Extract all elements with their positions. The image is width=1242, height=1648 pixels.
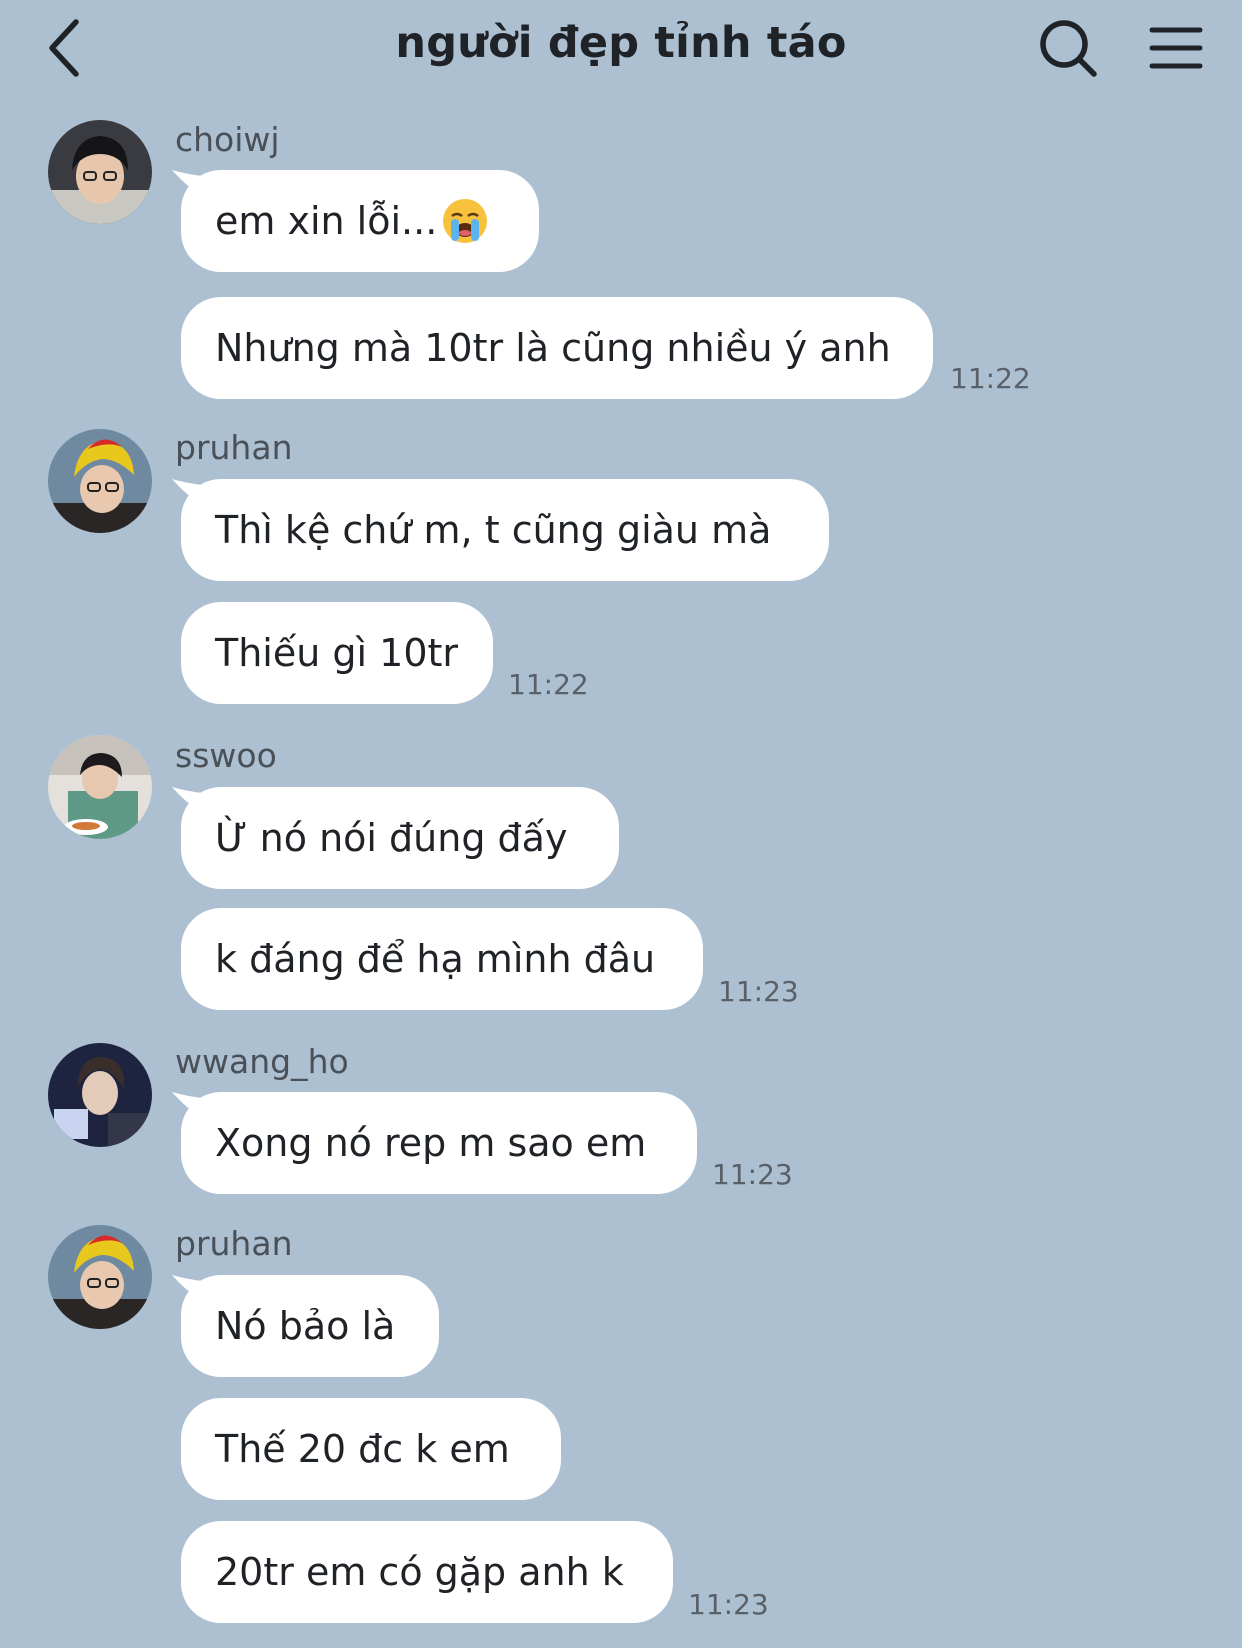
message-timestamp: 11:23 <box>718 975 799 1008</box>
hamburger-menu-icon <box>1149 27 1203 69</box>
message-text: Ừ nó nói đúng đấy <box>215 816 568 860</box>
message-text: 20tr em có gặp anh k <box>215 1550 624 1594</box>
sender-name: sswoo <box>175 736 277 775</box>
avatar-wwang_ho[interactable] <box>48 1043 152 1147</box>
message-text: em xin lỗi... <box>215 199 438 243</box>
menu-button[interactable] <box>1146 20 1206 76</box>
search-icon <box>1040 20 1097 77</box>
sender-name: pruhan <box>175 428 293 467</box>
message-bubble[interactable]: Ừ nó nói đúng đấy <box>181 787 619 889</box>
avatar-pruhan[interactable] <box>48 429 152 533</box>
message-timestamp: 11:22 <box>508 668 589 701</box>
chat-screen: người đẹp tỉnh táo choiwj em xin lỗi... … <box>0 0 1242 1648</box>
message-text: Thì kệ chứ m, t cũng giàu mà <box>215 508 772 552</box>
chat-header: người đẹp tỉnh táo <box>0 0 1242 96</box>
sender-name: wwang_ho <box>175 1042 349 1081</box>
message-bubble[interactable]: k đáng để hạ mình đâu <box>181 908 703 1010</box>
message-timestamp: 11:23 <box>712 1158 793 1191</box>
message-bubble[interactable]: Thiếu gì 10tr <box>181 602 493 704</box>
message-text: Nó bảo là <box>215 1304 396 1348</box>
sender-name: choiwj <box>175 120 280 159</box>
message-bubble[interactable]: Thế 20 đc k em <box>181 1398 561 1500</box>
avatar-choiwj[interactable] <box>48 120 152 224</box>
message-text: k đáng để hạ mình đâu <box>215 937 656 981</box>
message-text: Thế 20 đc k em <box>215 1427 510 1471</box>
message-bubble[interactable]: Xong nó rep m sao em <box>181 1092 697 1194</box>
message-text: Xong nó rep m sao em <box>215 1121 647 1165</box>
message-bubble[interactable]: Thì kệ chứ m, t cũng giàu mà <box>181 479 829 581</box>
message-bubble[interactable]: Nó bảo là <box>181 1275 439 1377</box>
message-text: Thiếu gì 10tr <box>215 631 459 675</box>
message-timestamp: 11:22 <box>950 362 1031 395</box>
message-bubble[interactable]: 20tr em có gặp anh k <box>181 1521 673 1623</box>
loudly-crying-face-icon <box>443 199 488 243</box>
message-timestamp: 11:23 <box>688 1588 769 1621</box>
message-bubble[interactable]: em xin lỗi... <box>181 170 539 272</box>
avatar-pruhan[interactable] <box>48 1225 152 1329</box>
message-bubble[interactable]: Nhưng mà 10tr là cũng nhiều ý anh <box>181 297 933 399</box>
message-text: Nhưng mà 10tr là cũng nhiều ý anh <box>215 326 891 370</box>
sender-name: pruhan <box>175 1224 293 1263</box>
avatar-sswoo[interactable] <box>48 735 152 839</box>
search-button[interactable] <box>1036 16 1102 82</box>
